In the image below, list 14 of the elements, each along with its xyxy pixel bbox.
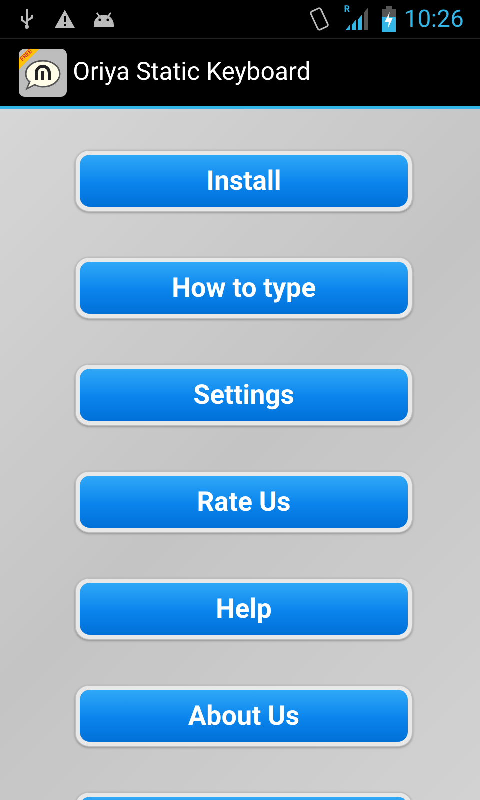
menu-button[interactable]: Help <box>80 583 408 635</box>
clock-time: 10:26 <box>404 7 464 31</box>
menu-button[interactable]: About Us <box>80 690 408 742</box>
menu-button[interactable]: Rate Us <box>80 476 408 528</box>
menu-button[interactable]: Install <box>80 155 408 207</box>
app-title: Oriya Static Keyboard <box>73 56 311 89</box>
warning-icon <box>54 9 76 29</box>
battery-icon <box>382 6 396 32</box>
usb-icon <box>20 8 34 30</box>
android-icon <box>92 11 116 27</box>
menu-button[interactable]: How to type <box>80 262 408 314</box>
roaming-indicator: R <box>344 6 350 15</box>
menu-button[interactable]: Settings <box>80 369 408 421</box>
signal-icon <box>344 6 370 32</box>
